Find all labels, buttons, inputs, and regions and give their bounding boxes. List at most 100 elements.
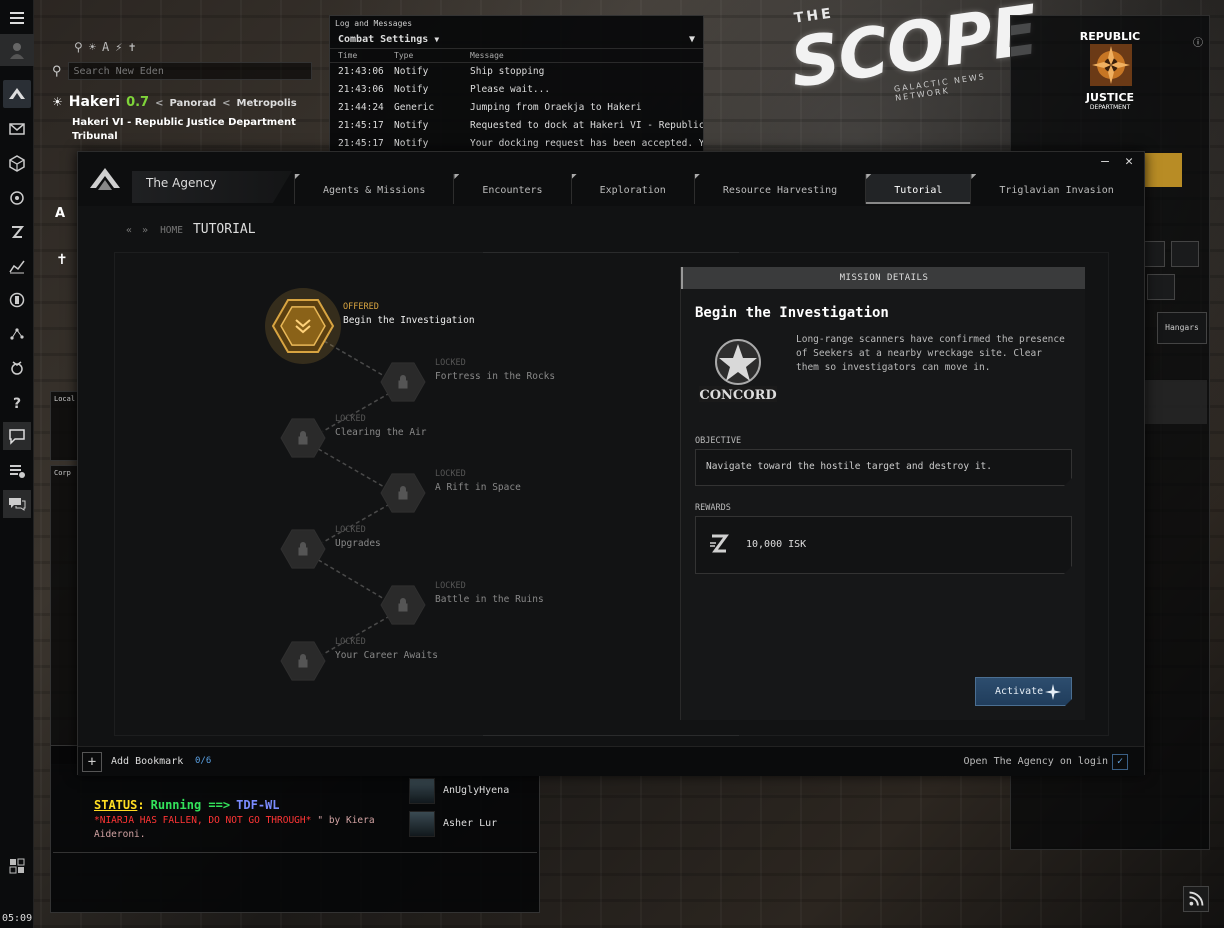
status-target-link[interactable]: TDF-WL (236, 798, 279, 812)
zoom-icon[interactable]: ⚲ (74, 40, 83, 54)
mission-node-label[interactable]: LOCKED Fortress in the Rocks (435, 356, 555, 384)
wallet-icon[interactable] (3, 218, 31, 246)
log-row[interactable]: 21:44:24 Generic Jumping from Oraekja to H… (330, 99, 703, 117)
local-tab[interactable]: Local (54, 395, 75, 403)
rss-feed-icon[interactable] (1183, 886, 1209, 912)
add-bookmark-button[interactable]: + (82, 752, 102, 772)
chat-input[interactable] (53, 852, 537, 910)
help-icon[interactable]: ? (3, 388, 31, 416)
industry-icon[interactable] (3, 286, 31, 314)
tab-resource-harvesting[interactable]: Resource Harvesting (693, 174, 865, 204)
menu-icon[interactable] (3, 4, 31, 32)
sparkle-icon (1045, 684, 1061, 700)
log-time: 21:43:06 (338, 66, 384, 77)
constellation-name[interactable]: Panorad (169, 98, 216, 109)
mission-node-offered[interactable] (265, 288, 341, 364)
corp-tab[interactable]: Corp (54, 469, 71, 477)
tab-tutorial[interactable]: Tutorial (865, 174, 971, 204)
crumb-separator: < (155, 98, 164, 109)
info-toolbar: ⚲ ☀ A ⚡ ✝ (74, 40, 322, 54)
station-name[interactable]: Hakeri VI - Republic Justice Department … (72, 116, 322, 144)
map-icon[interactable] (3, 320, 31, 348)
col-time[interactable]: Time (330, 51, 374, 60)
objective-text: Navigate toward the hostile target and d… (706, 461, 992, 472)
mission-node-label[interactable]: LOCKED Clearing the Air (335, 412, 427, 440)
mission-node-label[interactable]: LOCKED Your Career Awaits (335, 635, 438, 663)
info-icon[interactable]: ⓘ (1193, 34, 1203, 49)
market-icon[interactable] (1171, 241, 1199, 267)
mission-node-label[interactable]: LOCKED Upgrades (335, 523, 381, 551)
lightning-icon[interactable]: ⚡ (115, 40, 122, 54)
inventory-icon[interactable] (3, 149, 31, 177)
activate-label: Activate (995, 686, 1044, 697)
region-name[interactable]: Metropolis (237, 98, 297, 109)
activities-icon[interactable] (3, 852, 31, 880)
open-on-login-checkbox[interactable]: ✓ (1112, 754, 1128, 770)
fitting-icon[interactable] (3, 184, 31, 212)
market-icon[interactable] (3, 252, 31, 280)
chat-member[interactable]: Asher Lur (409, 807, 539, 840)
agency-icon[interactable] (3, 354, 31, 382)
log-header: Time Type Message (330, 49, 703, 63)
col-message[interactable]: Message (430, 51, 703, 60)
station-name-line2: Tribunal (72, 131, 118, 142)
mission-node-label[interactable]: OFFERED Begin the Investigation (343, 300, 475, 328)
cross-icon[interactable]: ✝ (129, 40, 136, 54)
lock-icon (298, 431, 308, 445)
search-input[interactable]: Search New Eden (67, 62, 312, 80)
log-message: Jumping from Oraekja to Hakeri (470, 102, 642, 113)
system-name[interactable]: Hakeri (69, 94, 120, 110)
log-type: Notify (394, 120, 429, 131)
rewards-label: REWARDS (695, 503, 731, 513)
font-icon[interactable]: A (102, 40, 109, 54)
mission-node-locked[interactable] (380, 362, 426, 402)
mail-icon[interactable] (3, 115, 31, 143)
log-time: 21:45:17 (338, 120, 384, 131)
log-row[interactable]: 21:43:06 Notify Please wait... (330, 81, 703, 99)
station-name-line1: Hakeri VI - Republic Justice Department (72, 117, 296, 128)
log-row[interactable]: 21:43:06 Notify Ship stopping (330, 63, 703, 81)
channels-icon[interactable] (3, 490, 31, 518)
add-bookmark-label: Add Bookmark (111, 756, 184, 767)
filter-icon[interactable]: ▼ (689, 34, 695, 45)
mission-node-locked[interactable] (280, 641, 326, 681)
logo-top-text: REPUBLIC (1079, 30, 1141, 43)
hangars-button[interactable]: Hangars (1157, 312, 1207, 344)
system-row: ☀ Hakeri 0.7 < Panorad < Metropolis (52, 94, 322, 110)
mission-name: Upgrades (335, 538, 381, 549)
chat-member[interactable]: AnUglyHyena (409, 774, 539, 807)
combat-settings-label: Combat Settings (338, 34, 429, 45)
reward-amount: 10,000 ISK (746, 538, 807, 550)
undock-icon[interactable] (3, 80, 31, 108)
mission-name: A Rift in Space (435, 482, 521, 493)
character-portrait-icon[interactable] (0, 34, 34, 66)
window-controls: — ✕ (1096, 154, 1138, 170)
mission-name: Battle in the Ruins (435, 594, 544, 605)
sun-icon: ☀ (52, 95, 63, 109)
log-row[interactable]: 21:45:17 Notify Requested to dock at Haker… (330, 117, 703, 135)
close-icon[interactable]: ✕ (1120, 154, 1138, 170)
mission-node-locked[interactable] (380, 473, 426, 513)
log-window: Log and Messages Combat Settings ▼ ▼ Tim… (329, 15, 704, 155)
tab-triglavian-invasion[interactable]: Triglavian Invasion (970, 174, 1141, 204)
chat-icon[interactable] (3, 422, 31, 450)
combat-settings-dropdown[interactable]: Combat Settings ▼ (338, 34, 439, 45)
mission-node-label[interactable]: LOCKED Battle in the Ruins (435, 579, 544, 607)
agency-window: The Agency Agents & Missions Encounters Ex… (77, 151, 1145, 776)
mission-node-locked[interactable] (380, 585, 426, 625)
minimize-icon[interactable]: — (1096, 154, 1114, 170)
activate-button[interactable]: Activate (975, 677, 1072, 706)
mission-status: LOCKED (435, 358, 466, 368)
col-type[interactable]: Type (374, 51, 430, 60)
notifications-icon[interactable] (3, 456, 31, 484)
ship-icon[interactable] (1147, 274, 1175, 300)
cross-icon: ✝ (56, 252, 68, 268)
sun-icon[interactable]: ☀ (89, 40, 96, 54)
mission-node-locked[interactable] (280, 418, 326, 458)
mission-node-label[interactable]: LOCKED A Rift in Space (435, 467, 521, 495)
mission-name: Your Career Awaits (335, 650, 438, 661)
mission-status: LOCKED (435, 469, 466, 479)
mission-name: Begin the Investigation (343, 315, 475, 326)
status-colon: : (137, 798, 145, 812)
mission-node-locked[interactable] (280, 529, 326, 569)
